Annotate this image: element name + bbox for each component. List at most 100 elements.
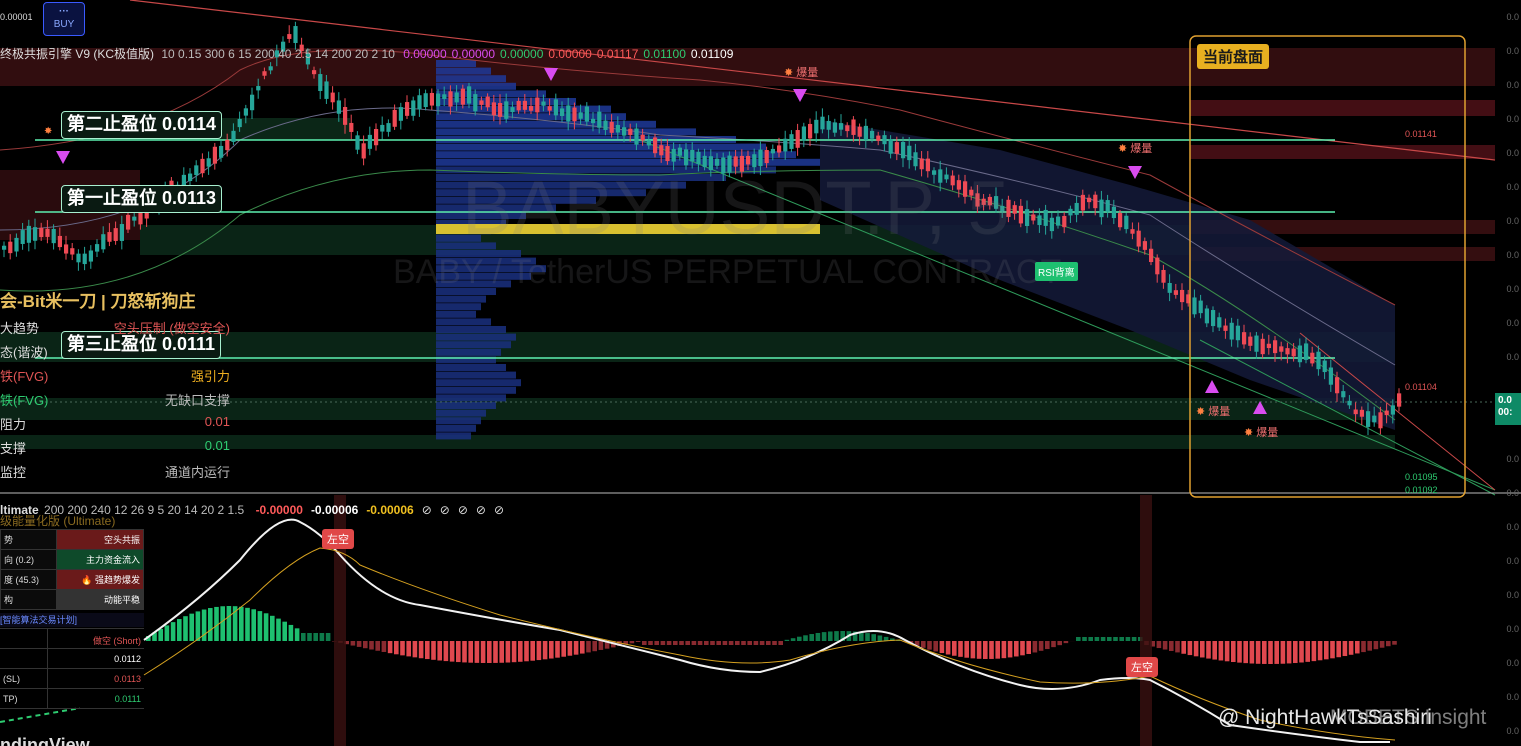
price-scale-tick: 0.0	[1506, 624, 1519, 634]
dashboard-title: 会-Bit米一刀 | 刀怒斩狗庄	[0, 292, 196, 311]
plan-row-key: TP)	[3, 694, 18, 704]
candle-body	[1124, 215, 1129, 230]
candle-body	[194, 165, 199, 176]
histogram-bar	[1336, 641, 1341, 658]
candle-body	[578, 112, 583, 119]
candle-body	[1198, 300, 1203, 314]
candle-body	[566, 105, 571, 122]
plan-row-value: 0.0111	[114, 694, 141, 704]
oscillator-green-dash	[0, 707, 81, 723]
price-scale-tick: 0.0	[1506, 216, 1519, 226]
candle-body	[188, 173, 193, 182]
histogram-bar	[778, 641, 783, 645]
histogram-bar	[307, 633, 312, 641]
histogram-bar	[1156, 641, 1162, 649]
histogram-bar	[648, 641, 653, 645]
status-table-value: 动能平稳	[55, 589, 145, 610]
histogram-bar	[821, 632, 827, 641]
histogram-bar	[1342, 641, 1348, 657]
candle-body	[442, 94, 447, 100]
candle-body	[1260, 338, 1265, 355]
candle-body	[392, 109, 397, 127]
histogram-bar	[208, 608, 213, 641]
status-table-value: 🔥 强趋势爆发	[55, 569, 145, 590]
histogram-bar	[766, 641, 771, 645]
null-value-icon: ⊘	[457, 503, 468, 517]
histogram-bar	[1392, 641, 1397, 645]
chart-window[interactable]: 0.00001 ··· BUY 终极共振引擎 V9 (KC极值版) 10 0.1…	[0, 0, 1521, 746]
candle-body	[516, 100, 521, 111]
histogram-bar	[1094, 637, 1100, 641]
candle-body	[498, 103, 503, 117]
histogram-bar	[1231, 641, 1236, 663]
candle-body	[553, 99, 558, 116]
histogram-bar	[995, 641, 1000, 659]
lower-indicator-values: -0.00000 -0.00006 -0.00006 ⊘ ⊘ ⊘ ⊘ ⊘	[248, 503, 504, 517]
candle-body	[746, 155, 751, 165]
plan-row-value: 0.0113	[114, 674, 141, 684]
burst-icon: ✸	[1244, 427, 1254, 439]
price-scale-tick: 0.0	[1506, 318, 1519, 328]
candle-body	[597, 111, 602, 128]
candle-body	[839, 123, 844, 130]
histogram-bar	[809, 634, 814, 641]
candle-body	[448, 91, 453, 107]
histogram-bar	[691, 641, 697, 645]
candle-body	[1366, 411, 1371, 427]
price-scale-tick: 0.0	[1506, 556, 1519, 566]
candle-body	[1217, 317, 1222, 328]
status-table-key: 度 (45.3)	[0, 569, 57, 590]
candle-body	[1353, 409, 1358, 415]
burst-marker-label: 爆量	[1256, 427, 1279, 439]
volume-profile-bar	[436, 394, 506, 402]
burst-marker: ✸ 爆量	[784, 64, 818, 80]
histogram-bar	[592, 641, 597, 652]
histogram-bar	[561, 641, 566, 657]
burst-icon: ✸	[44, 126, 53, 137]
candle-body	[1304, 343, 1309, 360]
volume-profile-bar	[436, 424, 476, 432]
histogram-bar	[257, 611, 263, 641]
candle-body	[287, 34, 292, 39]
candle-body	[200, 158, 205, 174]
candle-body	[51, 228, 56, 244]
indicator-value: 0.00000	[451, 47, 496, 61]
histogram-bar	[753, 641, 759, 645]
indicator-legend[interactable]: 终极共振引擎 V9 (KC极值版) 10 0.15 300 6 15 200 4…	[0, 45, 733, 62]
candle-body	[653, 137, 658, 154]
histogram-bar	[1001, 641, 1007, 659]
tp2-label: 第二止盈位 0.0114	[61, 111, 223, 139]
indicator-params: 10 0.15 300 6 15 200 40 2.5 14 200 20 2 …	[161, 47, 395, 61]
candle-body	[330, 92, 335, 103]
histogram-bar	[325, 633, 331, 641]
candle-body	[454, 92, 459, 103]
candle-body	[863, 125, 868, 140]
burst-marker-label: 爆量	[1130, 143, 1153, 155]
candle-body	[119, 224, 124, 241]
price-scale-tick: 0.0	[1506, 250, 1519, 260]
histogram-bar	[797, 636, 802, 641]
plan-row: TP) 0.0111	[0, 688, 144, 709]
candle-body	[1018, 205, 1023, 224]
candle-body	[212, 146, 217, 164]
candle-body	[677, 147, 682, 156]
histogram-bar	[859, 632, 864, 641]
buy-button[interactable]: ··· BUY	[43, 2, 85, 36]
volume-profile-bar	[436, 348, 501, 356]
candle-body	[33, 227, 38, 241]
volume-profile-bar	[436, 333, 516, 341]
plan-row-divider	[47, 629, 48, 648]
histogram-bar	[1262, 641, 1267, 664]
candle-body	[1285, 348, 1290, 355]
candle-body	[1062, 215, 1067, 228]
histogram-bar	[239, 606, 244, 641]
histogram-bar	[542, 641, 548, 660]
candle-body	[535, 97, 540, 113]
volume-profile-bar	[436, 417, 481, 425]
histogram-bar	[288, 624, 294, 641]
tradingview-logo[interactable]: ndingView	[0, 735, 90, 746]
candle-body	[45, 228, 50, 237]
histogram-bar	[1076, 637, 1081, 641]
volume-profile-bar	[436, 295, 486, 303]
candle-body	[1118, 213, 1123, 228]
